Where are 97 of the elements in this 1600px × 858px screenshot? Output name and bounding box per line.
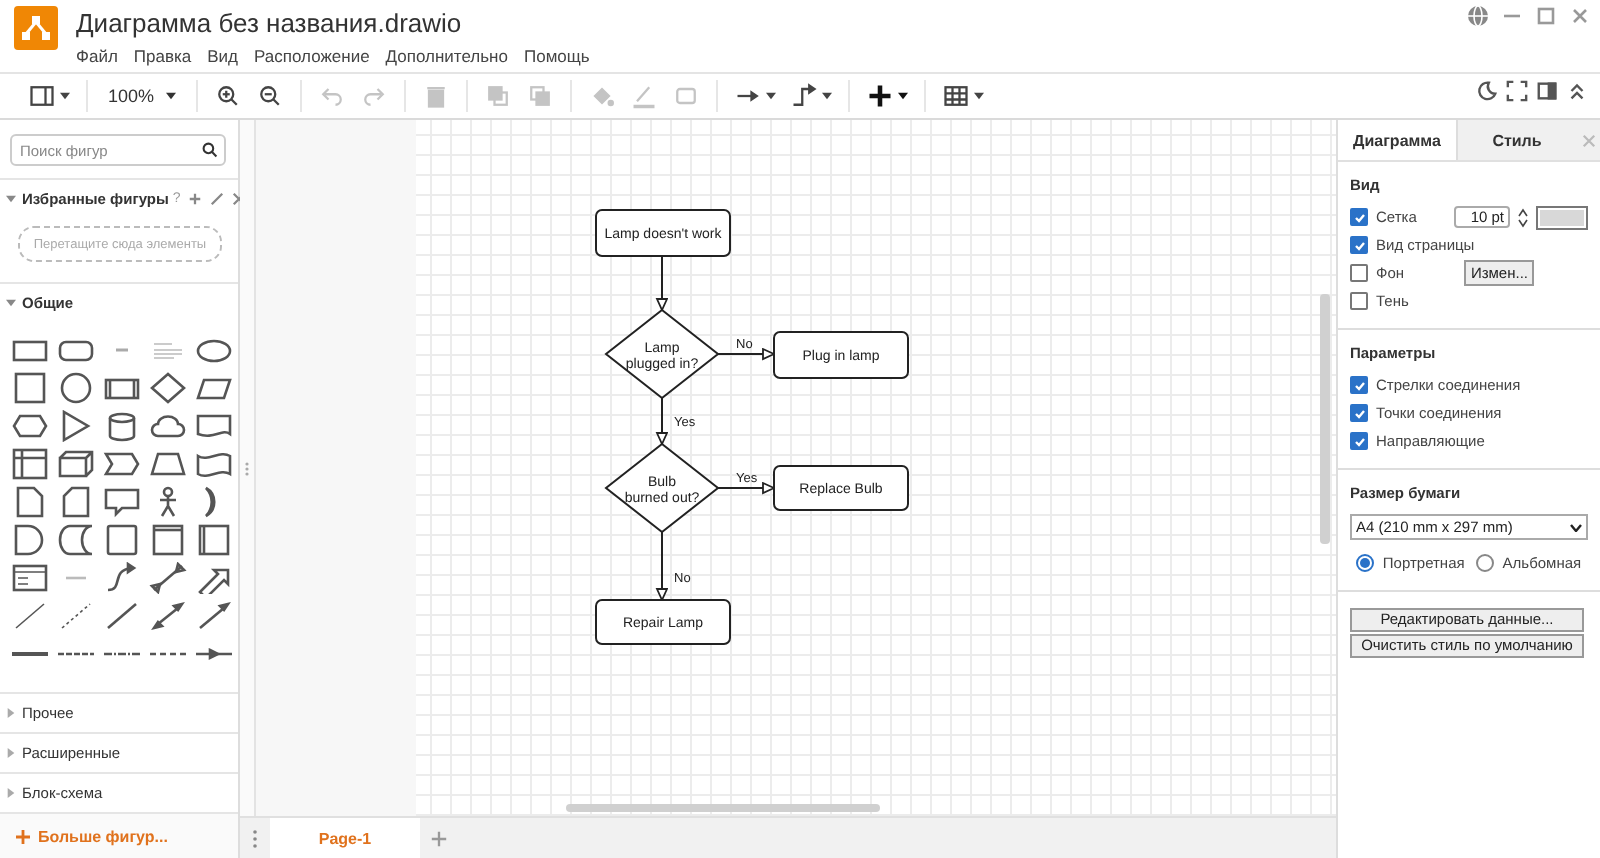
zoom-out-icon [256, 82, 285, 110]
bidirectional-arrow-icon[interactable] [148, 600, 188, 632]
to-front-icon [484, 82, 513, 110]
collapsed-arrow-icon [6, 748, 16, 758]
menu-item[interactable]: Помощь [523, 46, 590, 66]
cloud-icon[interactable] [148, 410, 188, 442]
waypoints-icon [790, 82, 819, 110]
format-panel-icon[interactable] [1536, 80, 1558, 102]
caret-icon [822, 92, 833, 100]
redo-icon [360, 82, 389, 110]
app-logo [14, 6, 58, 50]
connector-arrow[interactable] [656, 255, 668, 311]
straight-line-icon[interactable] [102, 600, 142, 632]
caret-icon [766, 92, 777, 100]
expanded-arrow-icon [6, 298, 16, 308]
spinner-icon[interactable] [1518, 207, 1528, 227]
fullscreen-icon[interactable] [1506, 80, 1528, 102]
vertical-scrollbar[interactable] [1320, 294, 1330, 544]
checkbox[interactable] [1350, 404, 1368, 422]
table-icon [942, 82, 971, 110]
shadow-icon [672, 82, 701, 110]
fill-color-icon [588, 82, 617, 110]
panel-tab[interactable]: Стиль [1456, 120, 1576, 160]
window-title: Диаграмма без названия.drawio [76, 8, 464, 38]
panel-layout-icon [28, 82, 56, 110]
more-options-icon[interactable] [252, 829, 258, 847]
connector-arrow[interactable] [717, 348, 775, 360]
maximize-icon[interactable] [1534, 4, 1558, 28]
resize-handle-icon[interactable] [244, 461, 250, 475]
chevron-down-icon [1570, 523, 1582, 531]
caret-icon [166, 92, 177, 100]
connector-arrow[interactable] [656, 531, 668, 601]
check-icon [1353, 211, 1365, 223]
trapezoid-icon[interactable] [148, 448, 188, 480]
collapsed-arrow-icon [6, 788, 16, 798]
grid-color-swatch[interactable] [1536, 205, 1588, 229]
radio-button[interactable] [1356, 554, 1375, 572]
internal-storage-icon[interactable] [10, 448, 50, 480]
plus-icon[interactable] [188, 192, 203, 206]
step-shape-icon[interactable] [102, 448, 142, 480]
check-icon [1353, 435, 1365, 447]
double-arrow-icon[interactable] [148, 562, 188, 594]
checkbox[interactable] [1350, 208, 1368, 226]
plus-icon [16, 829, 30, 843]
cube-icon[interactable] [56, 448, 96, 480]
collapse-icon[interactable] [1566, 80, 1588, 102]
document-shape-icon[interactable] [194, 410, 234, 442]
checkbox[interactable] [1350, 292, 1368, 310]
check-icon [1353, 239, 1365, 251]
checkbox[interactable] [1350, 432, 1368, 450]
zoom-in-icon [214, 82, 243, 110]
square-icon[interactable] [10, 372, 50, 404]
radio-button[interactable] [1476, 554, 1495, 572]
menu-item[interactable]: Правка [133, 46, 192, 66]
connector-arrow[interactable] [656, 397, 668, 445]
to-back-icon [526, 82, 555, 110]
zoom-dropdown[interactable]: 100% [100, 80, 185, 112]
panel-layout-button[interactable] [24, 80, 74, 112]
curved-arrow-icon[interactable] [102, 562, 142, 594]
menu-item[interactable]: Вид [207, 46, 239, 66]
checkbox[interactable] [1350, 376, 1368, 394]
moon-icon[interactable] [1476, 80, 1498, 102]
plus-icon [866, 82, 895, 110]
circle-icon[interactable] [56, 372, 96, 404]
diamond-icon[interactable] [148, 372, 188, 404]
caret-icon [898, 92, 909, 100]
callout-shape-icon[interactable] [102, 486, 142, 518]
menu-item[interactable]: Дополнительно [385, 46, 508, 66]
list-shape-icon[interactable] [10, 562, 50, 594]
delete-icon [422, 82, 451, 110]
menu-item[interactable]: Файл [76, 46, 118, 66]
tape-shape-icon[interactable] [194, 448, 234, 480]
swimlane-shape-icon[interactable] [194, 524, 234, 556]
search-icon [202, 142, 218, 158]
line-color-icon [630, 82, 659, 110]
table-button[interactable] [938, 80, 989, 112]
undo-icon [318, 82, 347, 110]
hexagon-icon[interactable] [10, 410, 50, 442]
check-icon [1353, 407, 1365, 419]
caret-icon [974, 92, 985, 100]
connector-arrow[interactable] [717, 482, 775, 494]
globe-icon[interactable] [1466, 4, 1490, 28]
arrow-line-icon[interactable] [194, 600, 234, 632]
checkbox[interactable] [1350, 236, 1368, 254]
data-storage-icon[interactable] [56, 524, 96, 556]
container-shape-icon[interactable] [148, 524, 188, 556]
expanded-arrow-icon [6, 194, 16, 204]
checkbox[interactable] [1350, 264, 1368, 282]
rounded-square-icon[interactable] [102, 524, 142, 556]
line-icon[interactable] [10, 600, 50, 632]
pencil-icon[interactable] [210, 192, 225, 206]
collapsed-arrow-icon [6, 708, 16, 718]
ellipse-icon[interactable] [194, 334, 234, 366]
check-icon [1353, 379, 1365, 391]
close-icon[interactable] [1568, 4, 1592, 28]
menu-item[interactable]: Расположение [254, 46, 370, 66]
caret-icon [60, 92, 70, 100]
